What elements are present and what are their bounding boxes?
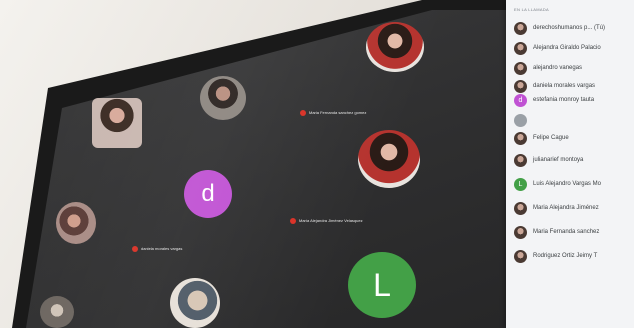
participant-name: Luis Alejandro Vargas Mo	[533, 181, 601, 187]
participant-avatar	[514, 41, 527, 55]
participant-avatar	[514, 113, 527, 127]
participant-name: Maria Fernanda sanchez	[533, 229, 600, 235]
participant-row[interactable]: d estefania monroy tauta	[514, 92, 594, 108]
participant-name: julianarief montoya	[533, 157, 584, 163]
participant-avatar	[514, 61, 527, 75]
participant-name: daniela morales vargas	[533, 83, 596, 89]
participant-avatar-letter: d	[514, 93, 527, 107]
participant-avatar	[514, 21, 527, 35]
participants-panel: EN LA LLAMADA derechoshumanos p... (Tú) …	[506, 0, 634, 328]
participant-avatar-letter: L	[514, 177, 527, 191]
participant-name: Rodriguez Ortiz Jeimy T	[533, 253, 598, 259]
participant-row[interactable]: julianarief montoya	[514, 152, 583, 168]
participant-avatar	[514, 249, 527, 263]
participant-name: alejandro vanegas	[533, 65, 583, 71]
participant-name: Alejandra Giraldo Palacio	[533, 45, 601, 51]
participant-row[interactable]: Alejandra Giraldo Palacio	[514, 40, 601, 56]
participant-avatar	[514, 153, 527, 167]
participant-name: derechoshumanos p... (Tú)	[533, 25, 606, 31]
participant-row[interactable]: L Luis Alejandro Vargas Mo	[514, 176, 601, 192]
participant-name: estefania monroy tauta	[533, 97, 595, 103]
participant-row[interactable]: derechoshumanos p... (Tú)	[514, 20, 605, 36]
participant-name: Maria Alejandra Jiménez	[533, 205, 599, 211]
participant-avatar	[514, 131, 527, 145]
participant-avatar	[514, 79, 527, 93]
participant-avatar	[514, 225, 527, 239]
participant-row[interactable]: Maria Fernanda sanchez	[514, 224, 599, 240]
participant-row[interactable]: alejandro vanegas	[514, 60, 582, 76]
participant-row[interactable]	[514, 112, 533, 128]
participant-row[interactable]: Maria Alejandra Jiménez	[514, 200, 599, 216]
participant-avatar	[514, 201, 527, 215]
participant-row[interactable]: Felipe Cague	[514, 130, 569, 146]
panel-header: EN LA LLAMADA	[514, 7, 550, 12]
participant-row[interactable]: Rodriguez Ortiz Jeimy T	[514, 248, 597, 264]
participant-name: Felipe Cague	[533, 135, 569, 141]
